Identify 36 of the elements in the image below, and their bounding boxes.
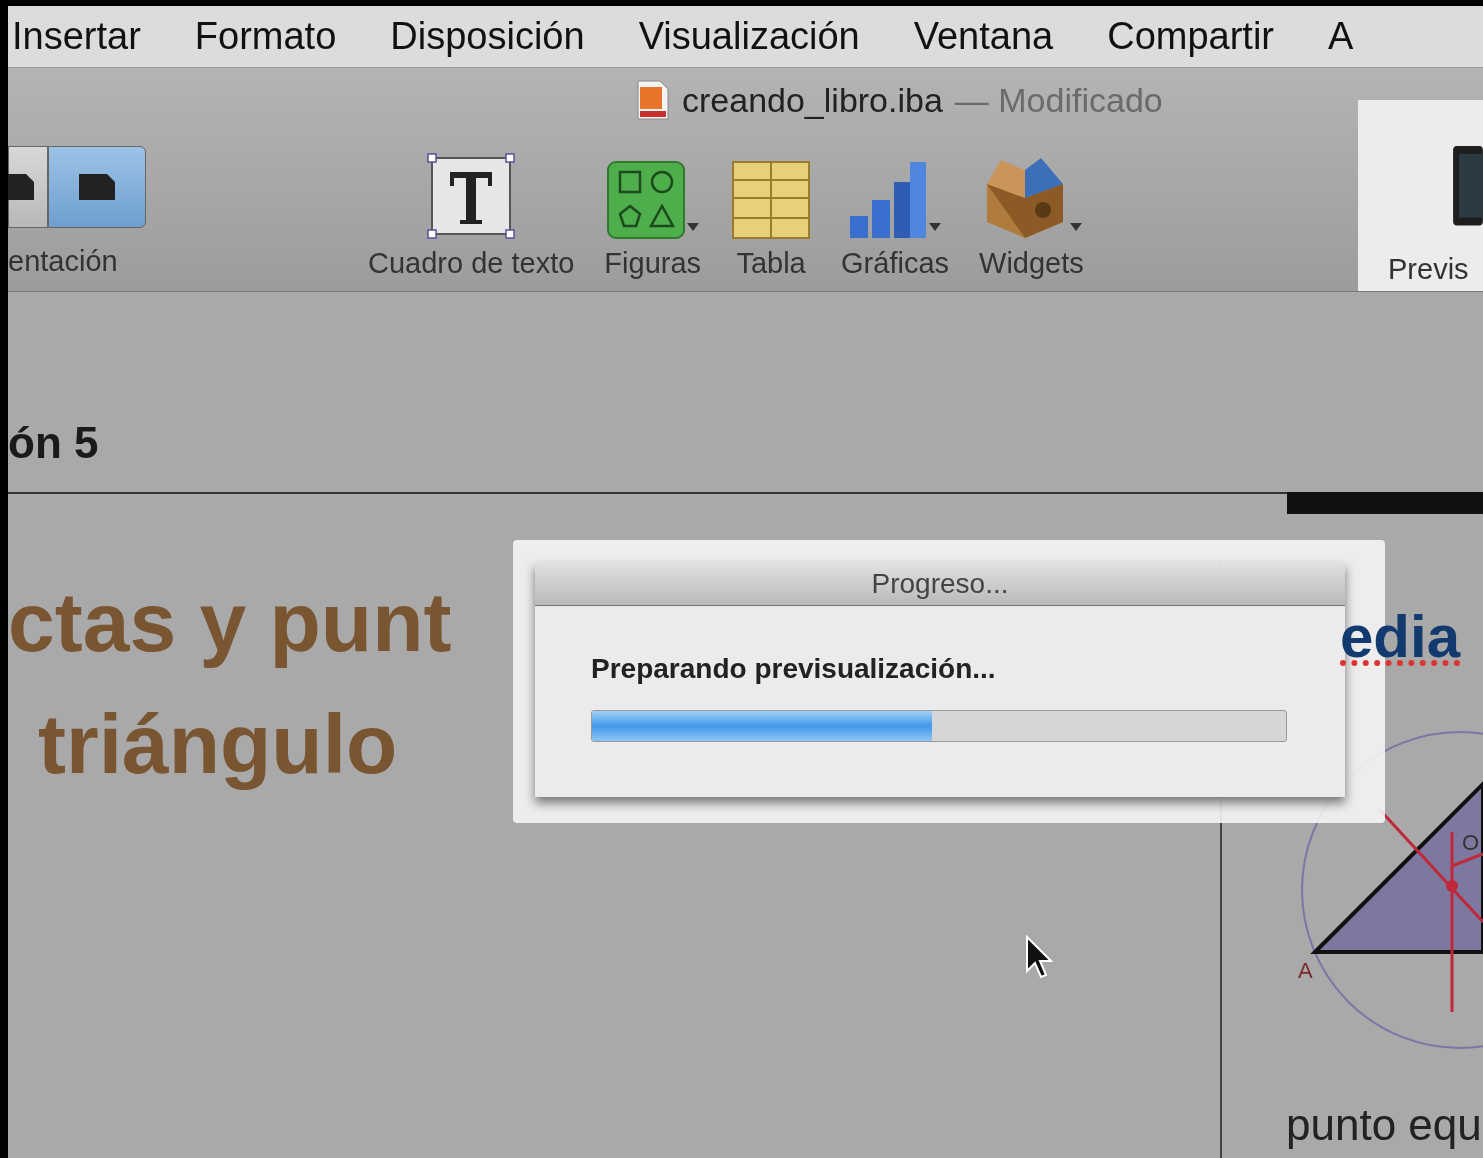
- document-title: creando_libro.iba: [682, 79, 943, 121]
- document-status: — Modificado: [954, 79, 1163, 121]
- toolbar-button[interactable]: Cuadro de texto: [368, 146, 575, 286]
- point-label: A: [1298, 958, 1313, 983]
- section-heading: ón 5: [8, 417, 99, 469]
- view-label: entación: [8, 244, 118, 279]
- menu-item[interactable]: Disposición: [390, 8, 585, 65]
- toolbar-button[interactable]: Widgets: [979, 146, 1084, 286]
- toolbar-button[interactable]: Figuras: [604, 146, 702, 286]
- table-icon: [731, 160, 812, 240]
- toolbar-button[interactable]: Gráficas: [841, 146, 950, 286]
- caption-text: punto equ: [1286, 1099, 1482, 1151]
- dialog-title: Progreso...: [871, 566, 1009, 601]
- view-toggle-segment[interactable]: [8, 146, 48, 228]
- text-box-icon: [426, 152, 517, 240]
- page-icon: [77, 172, 117, 202]
- menu-item[interactable]: Ventana: [913, 8, 1054, 65]
- shapes-icon: [605, 160, 686, 240]
- page-title-line: ctas y punt: [8, 574, 452, 671]
- menu-item[interactable]: Visualización: [638, 8, 860, 65]
- menu-item[interactable]: Insertar: [12, 8, 141, 65]
- menu-item[interactable]: Formato: [194, 8, 337, 65]
- preview-label[interactable]: Previs: [1358, 247, 1469, 291]
- bar-chart-icon: [848, 160, 929, 240]
- view-toggle-segment[interactable]: [48, 146, 146, 228]
- menu-item[interactable]: A: [1328, 8, 1354, 65]
- mouse-pointer-icon: [1025, 935, 1053, 981]
- document-icon: [636, 79, 670, 121]
- menu-item[interactable]: Compartir: [1107, 8, 1275, 65]
- device-icon: [1453, 146, 1483, 226]
- progress-message: Preparando previsualización...: [591, 652, 997, 686]
- page-icon: [8, 172, 36, 202]
- point-label: O: [1462, 830, 1480, 855]
- toolbar-button[interactable]: Tabla: [731, 146, 812, 286]
- side-heading: edia: [1340, 602, 1461, 672]
- page-title-line: triángulo: [37, 695, 399, 793]
